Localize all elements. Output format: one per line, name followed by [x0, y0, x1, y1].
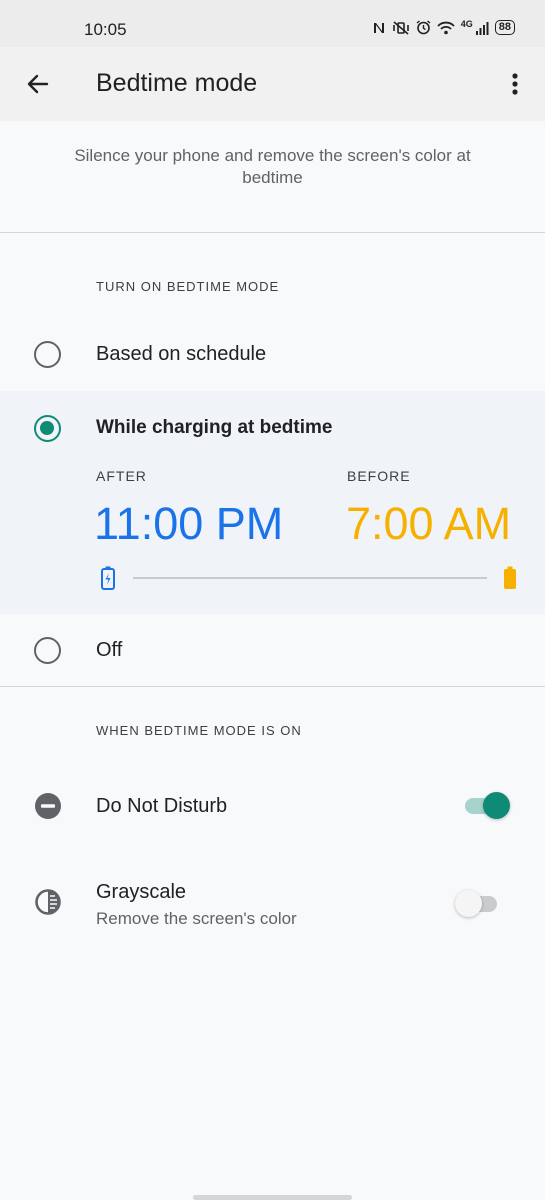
- radio-button-selected[interactable]: [34, 415, 61, 442]
- option-based-on-schedule[interactable]: Based on schedule: [0, 324, 545, 384]
- grayscale-toggle[interactable]: [455, 890, 501, 917]
- battery-full-icon: [504, 566, 516, 589]
- radio-button[interactable]: [34, 637, 61, 664]
- more-options-button[interactable]: [499, 62, 531, 106]
- before-time-button[interactable]: 7:00 AM: [346, 499, 511, 549]
- alarm-icon: [416, 20, 431, 35]
- page-title: Bedtime mode: [96, 69, 258, 97]
- after-label: AFTER: [96, 468, 147, 484]
- do-not-disturb-toggle[interactable]: [463, 792, 510, 819]
- app-bar: Bedtime mode: [0, 47, 545, 121]
- toggle-thumb: [455, 890, 482, 917]
- grayscale-icon: [35, 889, 61, 915]
- option-label: While charging at bedtime: [96, 417, 333, 438]
- divider: [0, 686, 545, 687]
- bedtime-range-track: [133, 577, 487, 579]
- signal-icon: [475, 21, 489, 35]
- battery-charging-icon: [101, 566, 115, 590]
- nfc-icon: [373, 22, 384, 33]
- status-icons: 4G 88: [372, 18, 515, 35]
- option-label: Based on schedule: [96, 343, 267, 365]
- arrow-back-icon: [27, 74, 49, 94]
- vibrate-mute-icon: [392, 20, 409, 35]
- battery-indicator: 88: [494, 20, 515, 35]
- more-vert-icon: [512, 73, 518, 95]
- option-off[interactable]: Off: [0, 620, 545, 680]
- divider: [0, 232, 545, 233]
- setting-title: Do Not Disturb: [96, 795, 228, 817]
- section-header-when-on: WHEN BEDTIME MODE IS ON: [96, 723, 302, 738]
- home-indicator[interactable]: [193, 1195, 352, 1200]
- do-not-disturb-icon: [35, 793, 61, 819]
- status-time: 10:05: [84, 20, 127, 39]
- after-time-button[interactable]: 11:00 PM: [94, 499, 283, 549]
- description-text: Silence your phone and remove the screen…: [74, 146, 471, 187]
- back-button[interactable]: [18, 62, 58, 106]
- toggle-thumb: [483, 792, 510, 819]
- section-header-turn-on: TURN ON BEDTIME MODE: [96, 279, 280, 294]
- status-bar: 10:05 4G 88: [0, 0, 545, 47]
- setting-subtitle: Remove the screen's color: [96, 909, 297, 928]
- option-label: Off: [96, 639, 123, 661]
- network-type-label: 4G: [460, 18, 473, 29]
- wifi-icon: [437, 21, 455, 34]
- setting-do-not-disturb[interactable]: Do Not Disturb: [0, 770, 545, 840]
- setting-grayscale[interactable]: Grayscale Remove the screen's color: [0, 866, 545, 946]
- before-label: BEFORE: [347, 468, 411, 484]
- radio-button[interactable]: [34, 341, 61, 368]
- setting-title: Grayscale: [96, 881, 187, 903]
- option-while-charging[interactable]: While charging at bedtime: [0, 398, 545, 458]
